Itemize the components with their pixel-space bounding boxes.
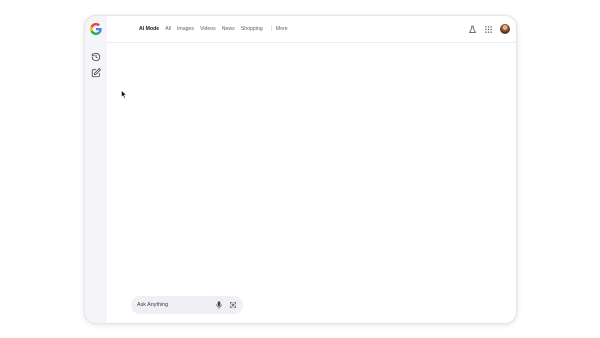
top-navigation: AI Mode All Images Videos News Shopping … [107,16,516,43]
more-vert-icon: ⋮ [268,26,274,32]
sidebar [85,16,107,323]
mic-icon[interactable] [215,301,223,309]
tab-images[interactable]: Images [177,25,194,33]
tab-ai-mode[interactable]: AI Mode [139,25,159,33]
avatar[interactable] [500,24,510,34]
labs-flask-icon[interactable] [468,25,477,34]
search-bar[interactable] [131,296,243,314]
new-chat-icon[interactable] [91,68,101,78]
google-logo-icon[interactable] [90,23,102,35]
tab-more[interactable]: ⋮ More [269,25,288,33]
search-input[interactable] [137,299,207,311]
apps-grid-icon[interactable] [484,25,493,34]
lens-icon[interactable] [229,301,237,309]
tab-shopping[interactable]: Shopping [241,25,263,33]
header-actions [468,22,510,36]
history-icon[interactable] [91,52,101,62]
tab-all[interactable]: All [165,25,171,33]
tab-news[interactable]: News [222,25,235,33]
mouse-cursor-icon [121,90,127,99]
tab-videos[interactable]: Videos [200,25,216,33]
search-tabs: AI Mode All Images Videos News Shopping … [139,25,294,33]
browser-window: AI Mode All Images Videos News Shopping … [84,15,517,324]
tab-more-label: More [275,26,288,32]
